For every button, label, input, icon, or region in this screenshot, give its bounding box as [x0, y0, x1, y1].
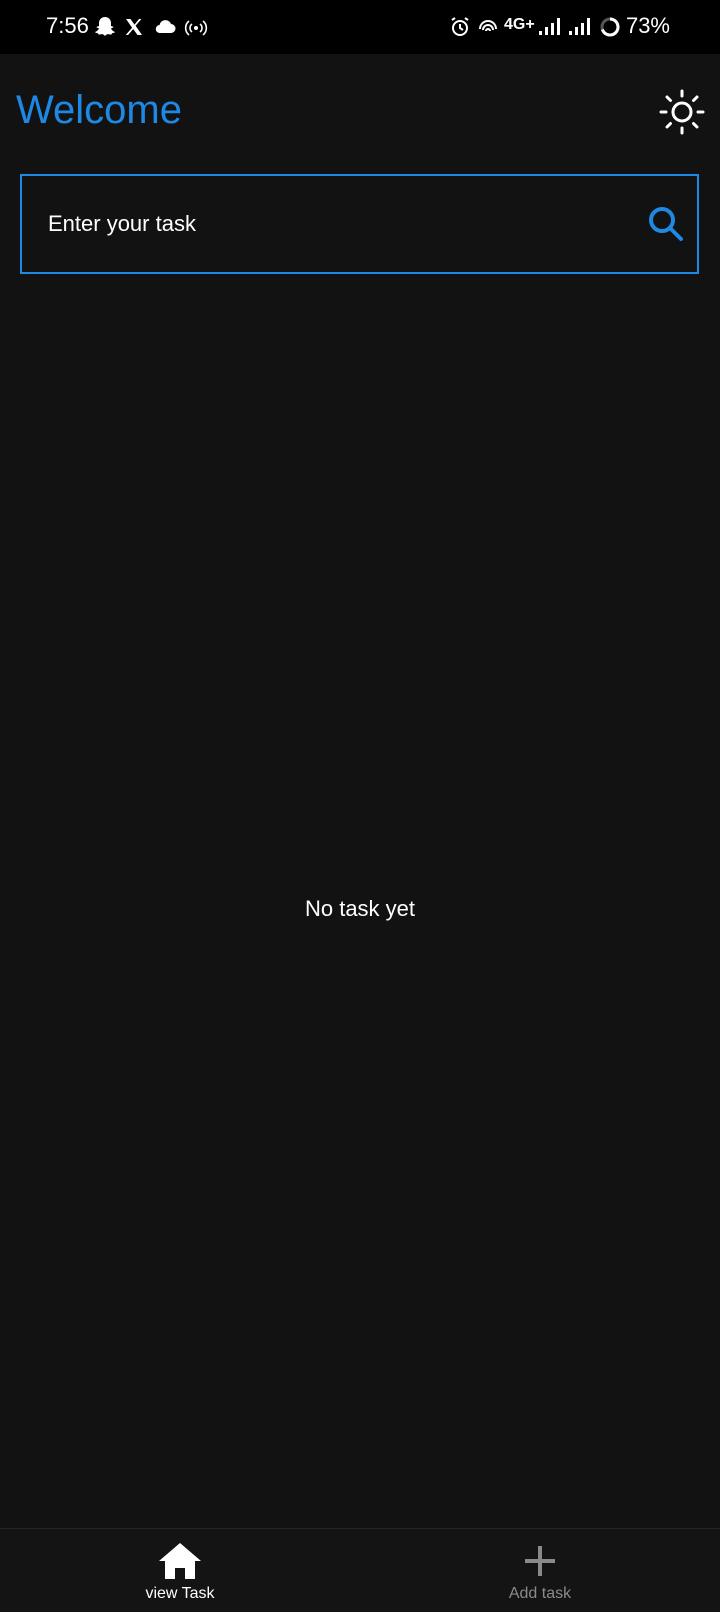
battery-ring-icon [600, 17, 620, 37]
theme-toggle-button[interactable] [658, 88, 706, 136]
search-icon [649, 207, 683, 241]
status-bar: 7:56 4G+ 73% [0, 0, 720, 54]
nav-label-view-task: view Task [145, 1585, 215, 1602]
nav-item-add-task[interactable]: Add task [440, 1529, 640, 1612]
search-button[interactable] [646, 204, 686, 244]
alarm-icon [451, 17, 469, 36]
home-icon [159, 1543, 201, 1579]
plus-icon [525, 1546, 555, 1576]
cloud-icon [155, 20, 176, 34]
search-bar [20, 174, 699, 274]
task-search-input[interactable] [22, 176, 622, 272]
app-screen: 7:56 4G+ 73% Welcome Enter your task No … [0, 0, 720, 1612]
page-title: Welcome [16, 88, 182, 132]
signal-icon [569, 18, 590, 35]
nav-label-add-task: Add task [508, 1585, 572, 1602]
wifi-calling-icon [479, 20, 497, 32]
signal-icon [539, 18, 560, 35]
status-time: 7:56 [46, 13, 89, 38]
empty-state-message: No task yet [304, 896, 416, 921]
network-type: 4G+ [504, 16, 535, 33]
x-icon [125, 19, 142, 35]
battery-level: 73% [625, 13, 670, 38]
nav-item-view-task[interactable]: view Task [80, 1529, 280, 1612]
snapchat-icon [95, 17, 115, 36]
bottom-navigation: view Task Add task [0, 1528, 720, 1612]
hotspot-icon [184, 20, 208, 36]
sun-icon [659, 89, 705, 135]
